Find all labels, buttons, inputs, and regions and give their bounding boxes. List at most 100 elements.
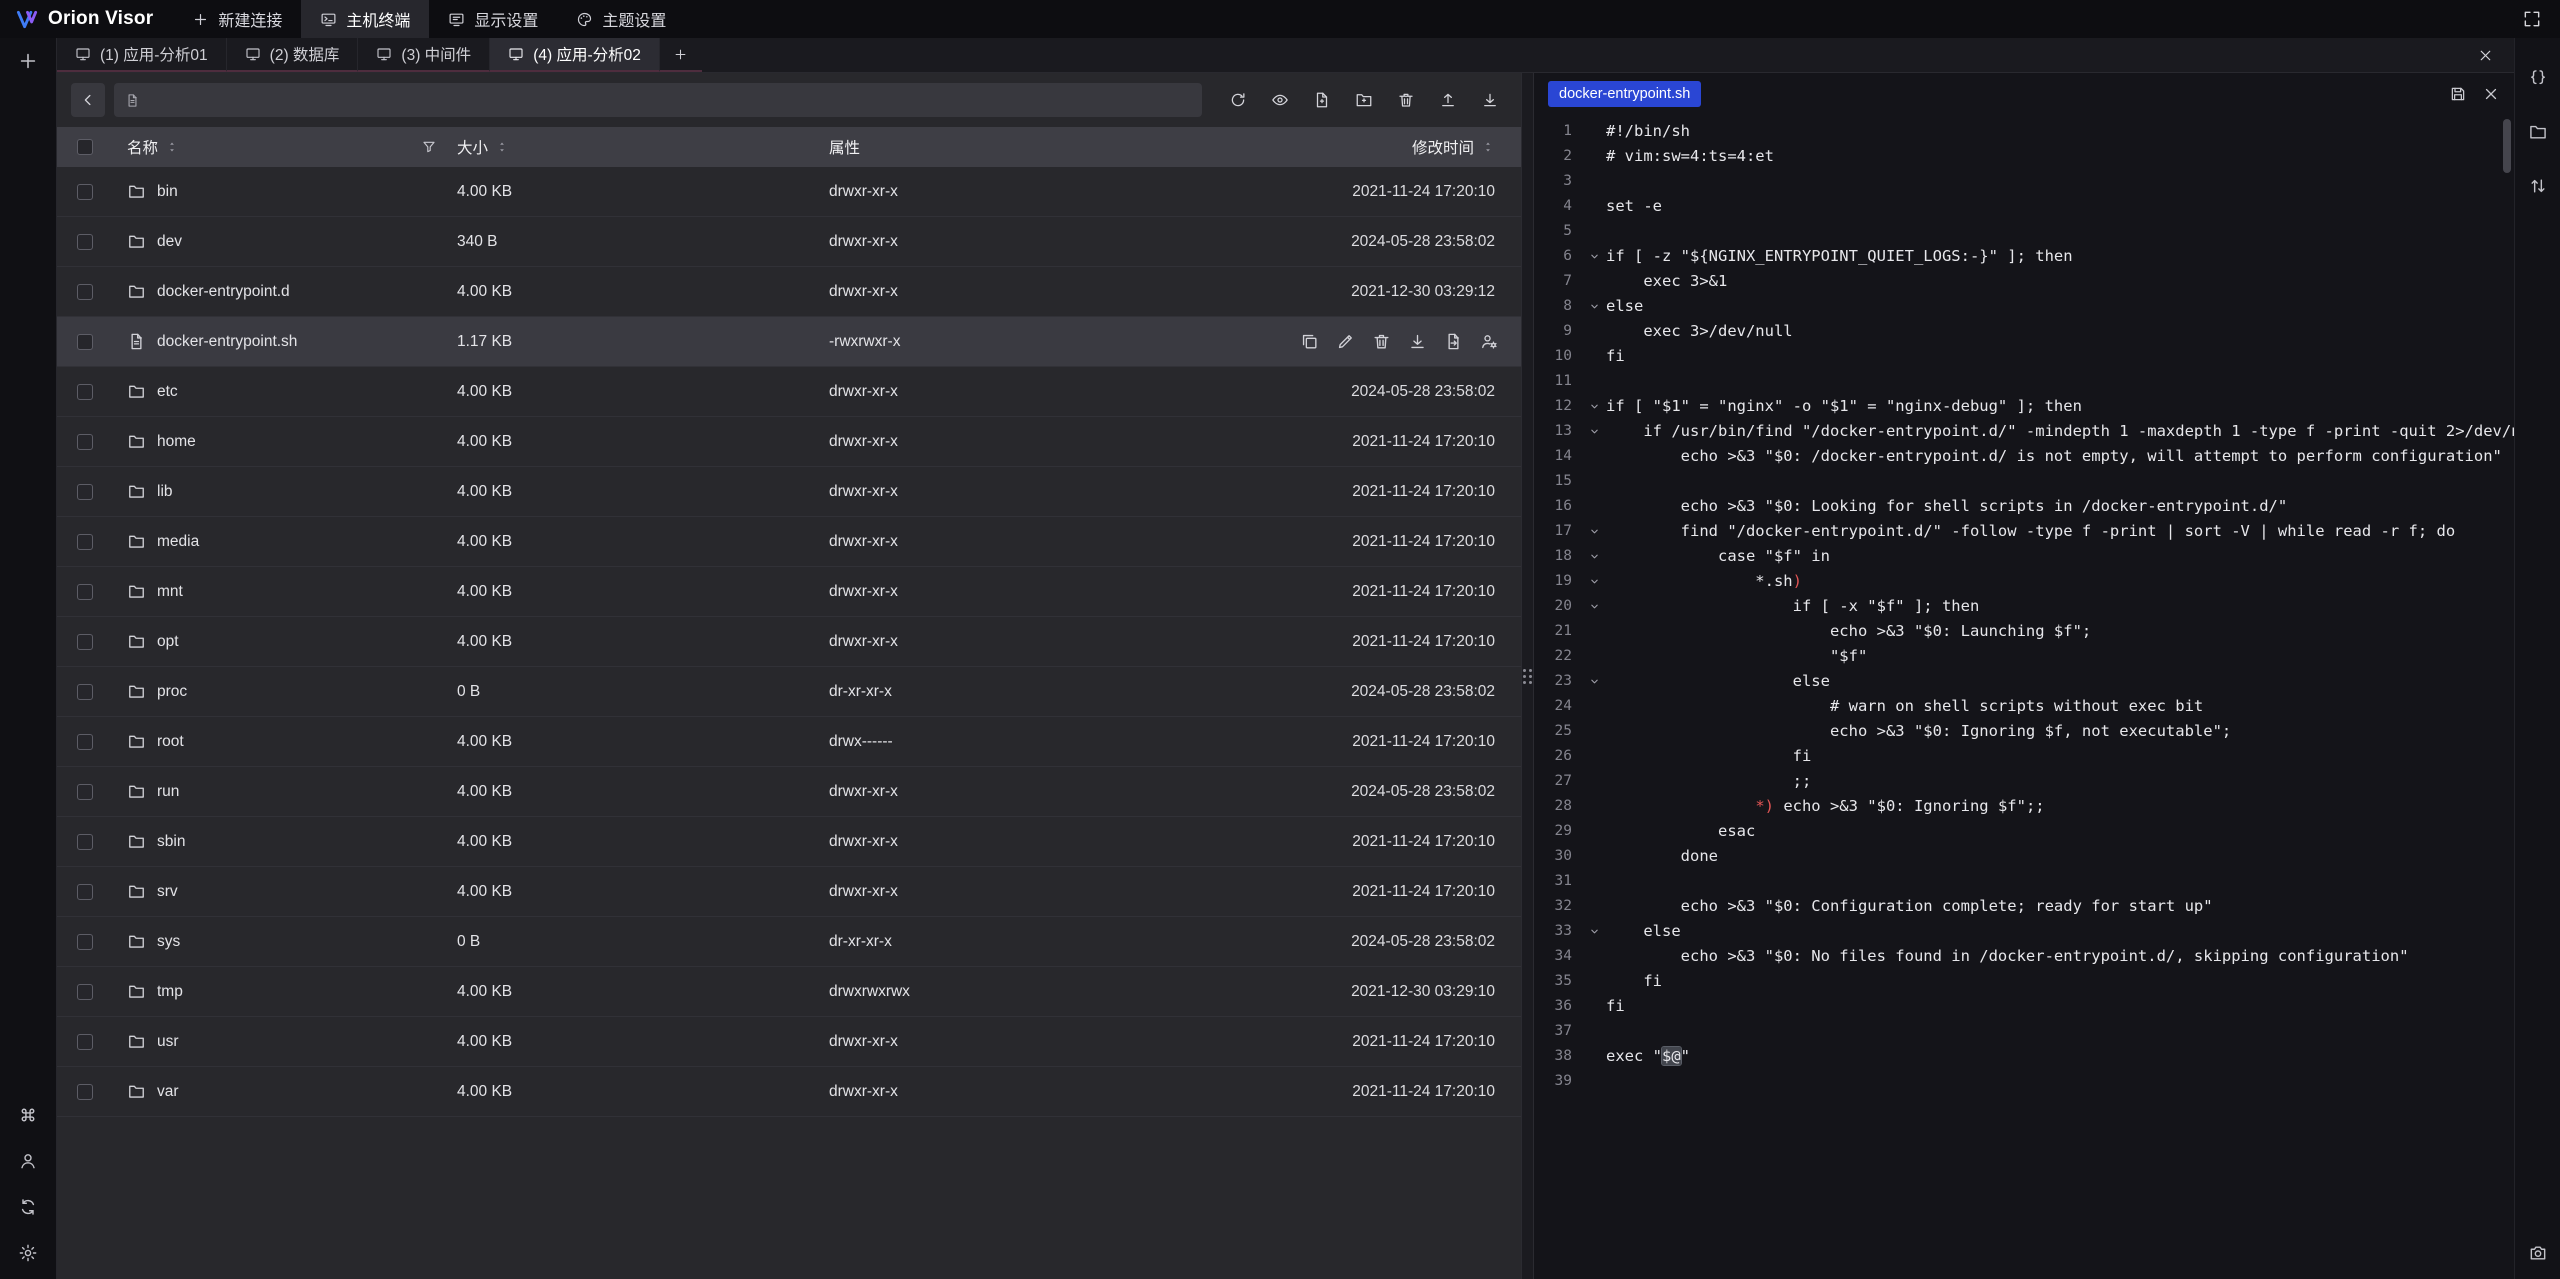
row-check-cell (57, 534, 113, 550)
row-checkbox[interactable] (77, 534, 93, 550)
braces-icon[interactable] (2528, 68, 2548, 88)
user-icon[interactable] (18, 1151, 38, 1171)
terminal-tab-3[interactable]: (3) 中间件 (358, 38, 490, 72)
back-button[interactable] (71, 83, 105, 117)
file-row[interactable]: run4.00 KBdrwxr-xr-x2024-05-28 23:58:02 (57, 767, 1521, 817)
trash-button[interactable] (1389, 83, 1423, 117)
fold-toggle-icon[interactable] (1582, 544, 1606, 569)
fold-toggle-icon[interactable] (1582, 569, 1606, 594)
plus-icon[interactable] (17, 50, 39, 72)
column-header-name[interactable]: 名称 (113, 136, 453, 158)
file-row[interactable]: var4.00 KBdrwxr-xr-x2021-11-24 17:20:10 (57, 1067, 1521, 1117)
file-row[interactable]: etc4.00 KBdrwxr-xr-x2024-05-28 23:58:02 (57, 367, 1521, 417)
row-checkbox[interactable] (77, 634, 93, 650)
terminal-tab-4[interactable]: (4) 应用-分析02 (490, 38, 660, 72)
panel-splitter[interactable] (1521, 73, 1534, 1279)
upload-button[interactable] (1431, 83, 1465, 117)
filter-icon[interactable] (421, 139, 437, 155)
file-row[interactable]: sys0 Bdr-xr-xr-x2024-05-28 23:58:02 (57, 917, 1521, 967)
close-panel-button[interactable] (2457, 38, 2514, 72)
scrollbar-thumb[interactable] (2503, 119, 2511, 173)
terminal-tab-1[interactable]: (1) 应用-分析01 (57, 38, 227, 72)
download-button[interactable] (1473, 83, 1507, 117)
fold-toggle-icon[interactable] (1582, 594, 1606, 619)
path-input[interactable] (149, 92, 1191, 109)
row-checkbox[interactable] (77, 884, 93, 900)
file-row[interactable]: dev340 Bdrwxr-xr-x2024-05-28 23:58:02 (57, 217, 1521, 267)
file-row[interactable]: root4.00 KBdrwx------2021-11-24 17:20:10 (57, 717, 1521, 767)
column-header-mtime[interactable]: 修改时间 (1285, 136, 1521, 158)
fold-spacer (1582, 219, 1606, 244)
fold-toggle-icon[interactable] (1582, 669, 1606, 694)
file-row[interactable]: mnt4.00 KBdrwxr-xr-x2021-11-24 17:20:10 (57, 567, 1521, 617)
fold-toggle-icon[interactable] (1582, 419, 1606, 444)
fullscreen-icon[interactable] (2522, 9, 2542, 29)
row-checkbox[interactable] (77, 384, 93, 400)
command-icon[interactable] (18, 1105, 38, 1125)
nav-item-3[interactable]: 显示设置 (429, 0, 557, 38)
camera-icon[interactable] (2528, 1243, 2548, 1263)
row-checkbox[interactable] (77, 484, 93, 500)
copy-path-button[interactable] (1444, 332, 1463, 351)
permission-button[interactable] (1480, 332, 1499, 351)
file-row[interactable]: bin4.00 KBdrwxr-xr-x2021-11-24 17:20:10 (57, 167, 1521, 217)
row-checkbox[interactable] (77, 434, 93, 450)
folder-plus-button[interactable] (1347, 83, 1381, 117)
refresh-button[interactable] (1221, 83, 1255, 117)
editor-scrollbar[interactable] (2503, 119, 2511, 1273)
row-checkbox[interactable] (77, 334, 93, 350)
terminal-tab-2[interactable]: (2) 数据库 (227, 38, 359, 72)
eye-button[interactable] (1263, 83, 1297, 117)
row-checkbox[interactable] (77, 1034, 93, 1050)
file-row[interactable]: opt4.00 KBdrwxr-xr-x2021-11-24 17:20:10 (57, 617, 1521, 667)
file-row[interactable]: sbin4.00 KBdrwxr-xr-x2021-11-24 17:20:10 (57, 817, 1521, 867)
copy-button[interactable] (1300, 332, 1319, 351)
row-checkbox[interactable] (77, 734, 93, 750)
row-checkbox[interactable] (77, 184, 93, 200)
save-icon[interactable] (2449, 85, 2467, 103)
line-number: 28 (1534, 794, 1582, 819)
editor-file-tab[interactable]: docker-entrypoint.sh (1548, 81, 1701, 107)
swap-icon[interactable] (2528, 176, 2548, 196)
row-checkbox[interactable] (77, 784, 93, 800)
row-checkbox[interactable] (77, 934, 93, 950)
file-row[interactable]: srv4.00 KBdrwxr-xr-x2021-11-24 17:20:10 (57, 867, 1521, 917)
gear-icon[interactable] (18, 1243, 38, 1263)
file-name: dev (157, 233, 182, 251)
close-editor-icon[interactable] (2482, 85, 2500, 103)
fold-toggle-icon[interactable] (1582, 294, 1606, 319)
row-checkbox[interactable] (77, 584, 93, 600)
row-checkbox[interactable] (77, 234, 93, 250)
file-row[interactable]: proc0 Bdr-xr-xr-x2024-05-28 23:58:02 (57, 667, 1521, 717)
column-header-size[interactable]: 大小 (453, 136, 825, 158)
nav-item-2[interactable]: 主机终端 (301, 0, 429, 38)
row-checkbox[interactable] (77, 284, 93, 300)
row-checkbox[interactable] (77, 1084, 93, 1100)
row-checkbox[interactable] (77, 984, 93, 1000)
file-row[interactable]: usr4.00 KBdrwxr-xr-x2021-11-24 17:20:10 (57, 1017, 1521, 1067)
file-plus-button[interactable] (1305, 83, 1339, 117)
fold-toggle-icon[interactable] (1582, 244, 1606, 269)
file-row[interactable]: media4.00 KBdrwxr-xr-x2021-11-24 17:20:1… (57, 517, 1521, 567)
nav-item-1[interactable]: 新建连接 (173, 0, 301, 38)
row-checkbox[interactable] (77, 684, 93, 700)
code-line: 23 else (1534, 669, 2514, 694)
file-row[interactable]: docker-entrypoint.d4.00 KBdrwxr-xr-x2021… (57, 267, 1521, 317)
sync-icon[interactable] (18, 1197, 38, 1217)
file-row[interactable]: home4.00 KBdrwxr-xr-x2021-11-24 17:20:10 (57, 417, 1521, 467)
fold-toggle-icon[interactable] (1582, 519, 1606, 544)
folder-icon[interactable] (2528, 122, 2548, 142)
fold-toggle-icon[interactable] (1582, 394, 1606, 419)
select-all-checkbox[interactable] (77, 139, 93, 155)
add-tab-button[interactable] (660, 38, 702, 72)
delete-button[interactable] (1372, 332, 1391, 351)
nav-item-4[interactable]: 主题设置 (557, 0, 685, 38)
edit-button[interactable] (1336, 332, 1355, 351)
fold-toggle-icon[interactable] (1582, 919, 1606, 944)
file-row[interactable]: tmp4.00 KBdrwxrwxrwx2021-12-30 03:29:10 (57, 967, 1521, 1017)
file-row[interactable]: lib4.00 KBdrwxr-xr-x2021-11-24 17:20:10 (57, 467, 1521, 517)
row-checkbox[interactable] (77, 834, 93, 850)
file-row[interactable]: docker-entrypoint.sh1.17 KB-rwxrwxr-x (57, 317, 1521, 367)
code-editor[interactable]: 1#!/bin/sh2# vim:sw=4:ts=4:et34set -e56i… (1534, 115, 2514, 1279)
download-button[interactable] (1408, 332, 1427, 351)
